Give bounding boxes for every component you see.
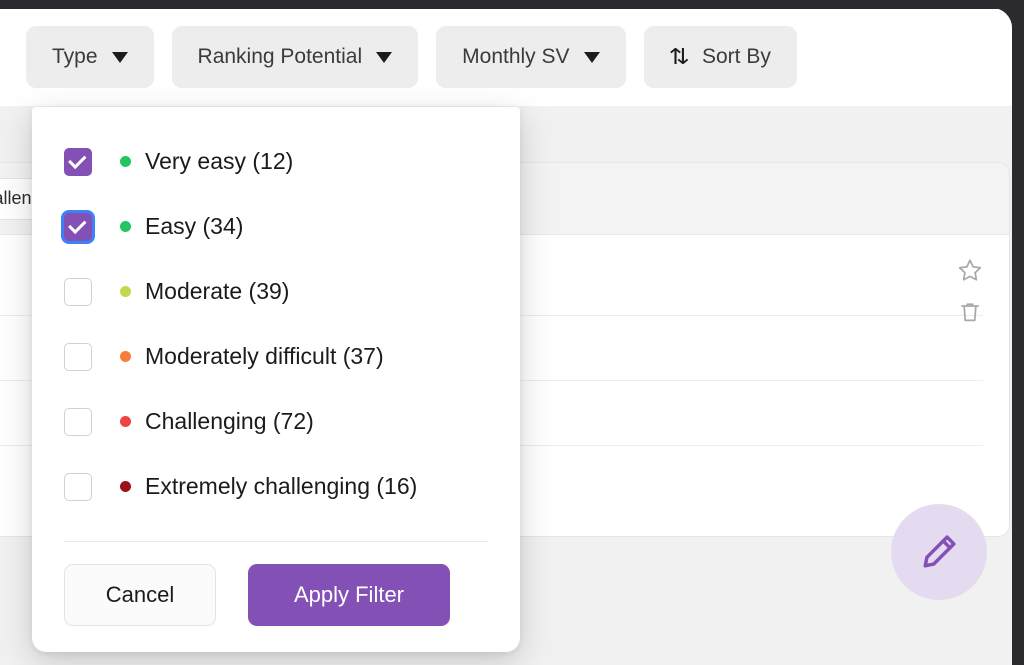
rp-checkbox-moderate[interactable] [64, 277, 92, 306]
rp-option-moderate[interactable]: Moderate (39) [64, 259, 488, 324]
rp-option-label: Extremely challenging (16) [145, 473, 418, 499]
rp-color-dot-icon [120, 351, 131, 362]
rp-color-dot-icon [120, 416, 131, 427]
rp-color-dot-icon [120, 286, 131, 297]
sort-by-label: Sort By [701, 45, 771, 68]
filter-toolbar: Type Ranking Potential Monthly SV ⇅ Sort… [0, 8, 1012, 106]
chevron-down-icon [583, 51, 600, 63]
rp-option-label: Very easy (12) [145, 148, 294, 174]
rp-option-label: Moderately difficult (37) [145, 343, 384, 369]
cancel-button[interactable]: Cancel [64, 564, 216, 626]
rp-checkbox-easy[interactable] [64, 212, 92, 241]
rp-color-dot-icon [120, 481, 131, 492]
apply-filter-button[interactable]: Apply Filter [248, 564, 450, 626]
chevron-down-icon [376, 51, 393, 63]
app-surface: 58K Total Monthly SV: 3K RP: Challengi..… [0, 8, 1012, 665]
rp-checkbox-moderately-difficult[interactable] [64, 342, 92, 371]
chevron-down-icon [111, 51, 128, 63]
favorite-star-icon[interactable] [957, 257, 983, 283]
ranking-potential-option-list: Very easy (12) Easy (34) Moderate (39) M… [32, 129, 520, 537]
sort-by-button[interactable]: ⇅ Sort By [643, 26, 797, 88]
ranking-potential-dropdown: Very easy (12) Easy (34) Moderate (39) M… [32, 107, 520, 652]
rp-checkbox-very-easy[interactable] [64, 147, 92, 176]
filter-monthly-sv-button[interactable]: Monthly SV [436, 26, 626, 88]
sort-icon: ⇅ [668, 44, 690, 69]
rp-color-dot-icon [120, 221, 131, 232]
rp-checkbox-challenging[interactable] [64, 407, 92, 436]
rp-option-extremely-challenging[interactable]: Extremely challenging (16) [64, 454, 488, 519]
rp-option-easy[interactable]: Easy (34) [64, 194, 488, 259]
pencil-icon [923, 535, 956, 568]
rp-option-label: Moderate (39) [145, 278, 290, 304]
filter-monthly-sv-label: Monthly SV [462, 45, 570, 68]
filter-type-button[interactable]: Type [26, 26, 154, 88]
dropdown-footer: Cancel Apply Filter [32, 542, 520, 652]
rp-option-label: Challenging (72) [145, 408, 314, 434]
edit-fab-button[interactable] [891, 504, 987, 600]
filter-type-label: Type [52, 45, 98, 68]
rp-option-challenging[interactable]: Challenging (72) [64, 389, 488, 454]
rp-option-very-easy[interactable]: Very easy (12) [64, 129, 488, 194]
rp-option-label: Easy (34) [145, 213, 244, 239]
filter-ranking-potential-label: Ranking Potential [197, 45, 363, 68]
window-top-strip [0, 0, 1024, 9]
rp-option-moderately-difficult[interactable]: Moderately difficult (37) [64, 324, 488, 389]
delete-keyword-group-icon[interactable] [957, 299, 983, 325]
filter-ranking-potential-button[interactable]: Ranking Potential [171, 26, 419, 88]
rp-checkbox-extremely-challenging[interactable] [64, 472, 92, 501]
rp-color-dot-icon [120, 156, 131, 167]
card-actions [957, 257, 983, 325]
